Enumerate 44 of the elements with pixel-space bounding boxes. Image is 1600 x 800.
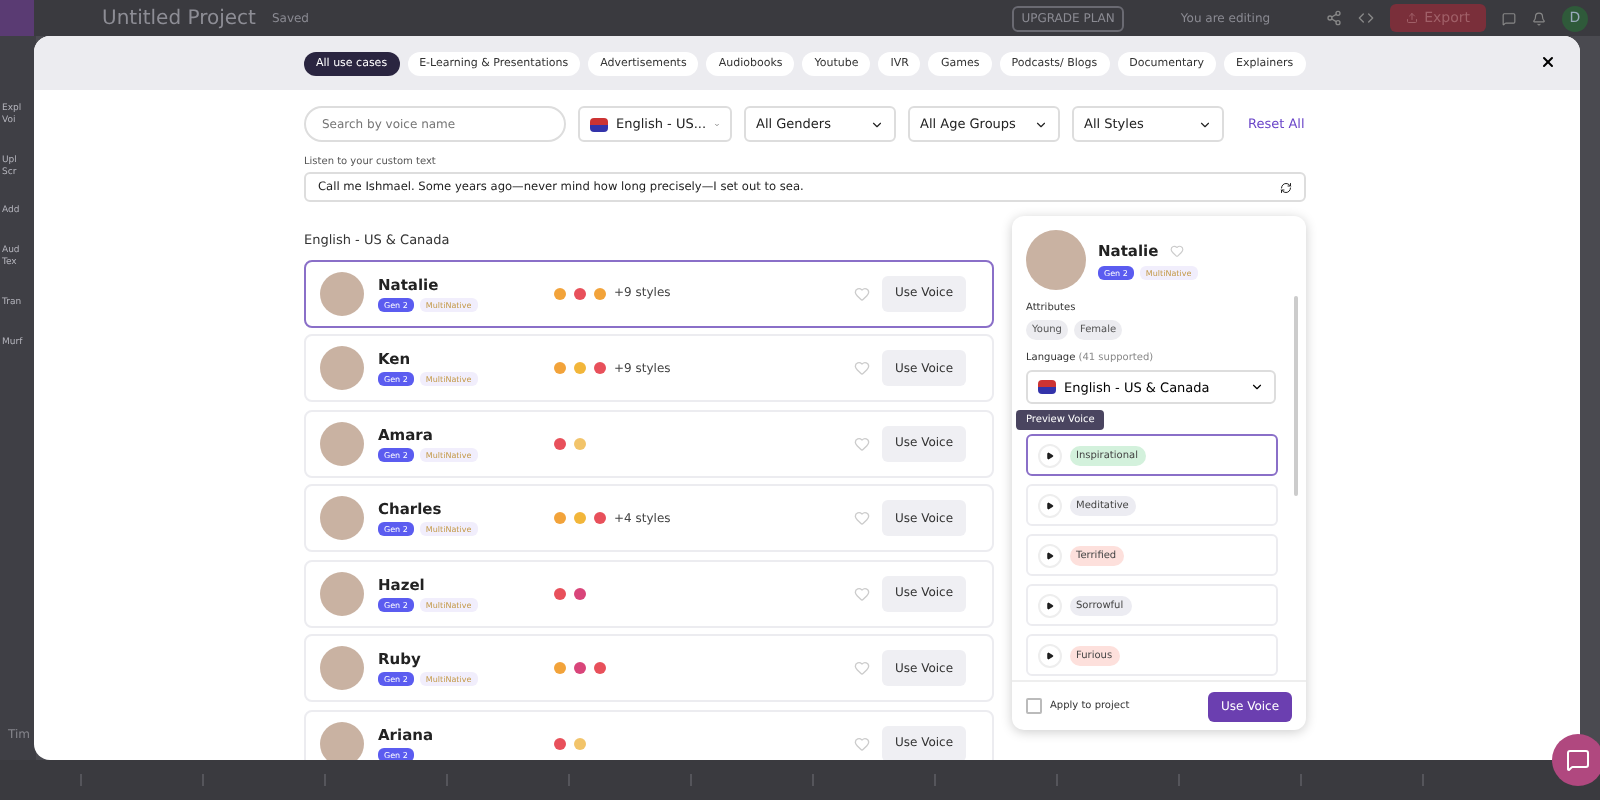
play-icon — [1046, 651, 1054, 659]
heart-icon[interactable] — [854, 435, 870, 451]
heart-icon[interactable] — [854, 285, 870, 301]
avatar-placeholder — [320, 496, 364, 540]
avatar-placeholder — [320, 721, 364, 760]
heart-icon[interactable] — [854, 660, 870, 676]
play-button[interactable] — [1038, 543, 1062, 567]
avatar-placeholder — [320, 346, 364, 390]
play-button[interactable] — [1038, 493, 1062, 517]
scrollbar[interactable] — [1294, 296, 1298, 496]
upload-icon — [1406, 12, 1419, 24]
play-icon — [1046, 601, 1054, 609]
chevron-icon — [1250, 380, 1264, 394]
refresh-icon[interactable] — [1280, 181, 1292, 193]
avatar-placeholder — [320, 271, 364, 315]
chevron-icon — [1198, 117, 1212, 131]
share-icon[interactable] — [1326, 10, 1343, 26]
comment-icon[interactable] — [1502, 11, 1516, 25]
chat-icon — [1566, 748, 1590, 772]
checkbox[interactable] — [1026, 698, 1042, 714]
project-title: Untitled Project — [102, 7, 256, 29]
avatar-placeholder — [1026, 230, 1086, 290]
close-icon[interactable] — [1540, 54, 1556, 70]
chevron-icon — [1034, 117, 1048, 131]
play-icon — [1046, 501, 1054, 509]
flag-icon — [590, 117, 608, 131]
play-button[interactable] — [1038, 593, 1062, 617]
heart-icon[interactable] — [854, 585, 870, 601]
heart-icon[interactable] — [854, 360, 870, 376]
heart-icon[interactable] — [854, 735, 870, 751]
chevron-icon — [870, 117, 884, 131]
bell-icon[interactable] — [1532, 11, 1546, 25]
heart-icon[interactable] — [1170, 243, 1185, 257]
heart-icon[interactable] — [854, 510, 870, 526]
play-button[interactable] — [1038, 443, 1062, 467]
code-icon[interactable] — [1358, 10, 1375, 26]
avatar-placeholder — [320, 646, 364, 690]
play-button[interactable] — [1038, 643, 1062, 667]
avatar-placeholder — [320, 421, 364, 465]
avatar-placeholder — [320, 571, 364, 615]
play-icon — [1046, 451, 1054, 459]
play-icon — [1046, 551, 1054, 559]
app-logo — [0, 0, 34, 36]
flag-icon — [1038, 380, 1056, 394]
